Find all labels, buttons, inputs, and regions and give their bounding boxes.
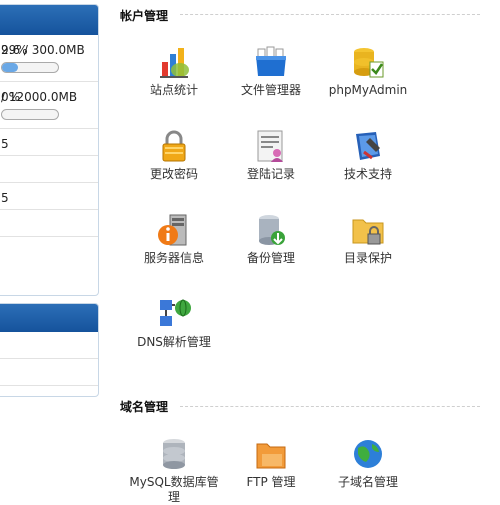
disk-usage-row: 9.6 / 300.0MB 29% xyxy=(0,35,98,82)
item-label: 备份管理 xyxy=(246,251,295,265)
item-change-password[interactable]: 更改密码 xyxy=(126,128,222,182)
item-label: phpMyAdmin xyxy=(328,83,408,97)
item-label: 站点统计 xyxy=(149,83,198,97)
item-tech-support[interactable]: 技术支持 xyxy=(320,128,416,182)
item-label: 登陆记录 xyxy=(246,167,295,181)
secondary-panel xyxy=(0,303,99,397)
item-label: 技术支持 xyxy=(343,167,392,181)
traffic-usage-row: / 12000.0MB 0% xyxy=(0,82,98,129)
disk-usage-bar xyxy=(1,62,59,73)
section-divider xyxy=(180,406,480,407)
traffic-usage-bar xyxy=(1,109,59,120)
backup-icon xyxy=(259,215,285,245)
status-row xyxy=(0,156,98,183)
item-site-stats[interactable]: 站点统计 xyxy=(126,44,222,98)
status-row xyxy=(0,359,98,386)
section-divider xyxy=(180,14,480,15)
item-label: MySQL数据库管理 xyxy=(129,475,219,504)
item-subdomain[interactable]: 子域名管理 xyxy=(320,436,416,490)
section-title-account: 帐户管理 xyxy=(120,9,169,23)
item-folder-protect[interactable]: 目录保护 xyxy=(320,212,416,266)
item-label: 目录保护 xyxy=(343,251,392,265)
item-label: DNS解析管理 xyxy=(137,335,211,349)
disk-usage-percent: 29% xyxy=(1,43,28,57)
item-dns[interactable]: DNS解析管理 xyxy=(126,296,222,350)
stats-icon xyxy=(160,48,189,78)
login-log-icon xyxy=(257,130,283,162)
server-info-icon xyxy=(158,214,187,246)
mysql-icon xyxy=(163,439,185,469)
account-status-panel: 9.6 / 300.0MB 29% / 12000.0MB 0% 5 5 xyxy=(0,4,99,296)
status-panel-header xyxy=(0,5,98,35)
traffic-usage-percent: 0% xyxy=(1,90,21,104)
secondary-panel-header xyxy=(0,304,98,332)
item-login-log[interactable]: 登陆记录 xyxy=(223,128,319,182)
item-mysql[interactable]: MySQL数据库管理 xyxy=(126,436,222,505)
item-label: 服务器信息 xyxy=(143,251,204,265)
status-row: 5 xyxy=(0,129,98,156)
file-manager-icon xyxy=(256,46,286,76)
section-title-domain: 域名管理 xyxy=(120,400,169,414)
lock-icon xyxy=(162,130,186,162)
status-row xyxy=(0,210,98,237)
dns-icon xyxy=(160,299,191,326)
item-file-manager[interactable]: 文件管理器 xyxy=(223,44,319,98)
status-row-value: 5 xyxy=(1,191,9,205)
status-row: 5 xyxy=(0,183,98,210)
ftp-icon xyxy=(256,443,286,469)
phpmyadmin-icon xyxy=(354,48,384,78)
subdomain-icon xyxy=(354,440,382,468)
status-row xyxy=(0,332,98,359)
item-ftp[interactable]: FTP 管理 xyxy=(223,436,319,490)
support-icon xyxy=(356,132,380,160)
item-phpmyadmin[interactable]: phpMyAdmin xyxy=(320,44,416,98)
item-server-info[interactable]: 服务器信息 xyxy=(126,212,222,266)
folder-lock-icon xyxy=(352,219,384,245)
item-label: 子域名管理 xyxy=(337,475,398,489)
item-label: 文件管理器 xyxy=(240,83,301,97)
status-row-value: 5 xyxy=(1,137,9,151)
item-label: FTP 管理 xyxy=(246,475,296,489)
item-backup[interactable]: 备份管理 xyxy=(223,212,319,266)
item-label: 更改密码 xyxy=(149,167,198,181)
